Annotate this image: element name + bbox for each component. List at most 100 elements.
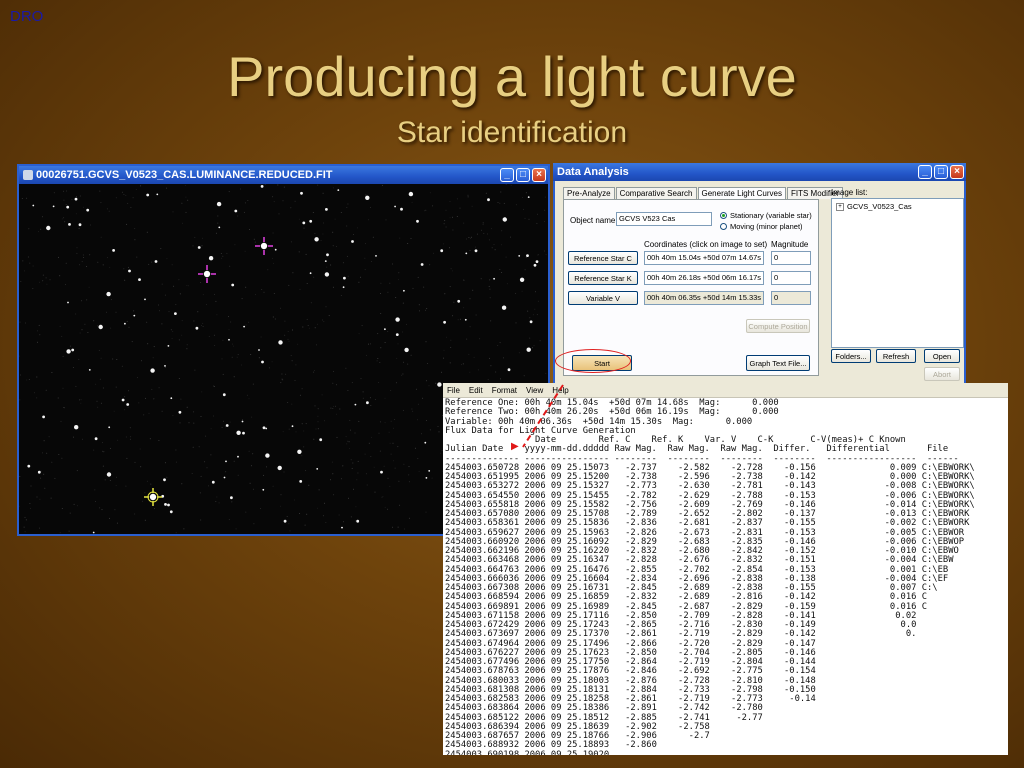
variable-magnitude[interactable]: 0 xyxy=(771,291,811,305)
noise-pixel xyxy=(200,475,202,477)
star xyxy=(222,393,226,397)
maximize-button[interactable]: □ xyxy=(934,165,948,179)
tab-generate-light-curves[interactable]: Generate Light Curves xyxy=(697,187,786,199)
noise-pixel xyxy=(444,220,446,222)
noise-pixel xyxy=(397,526,399,528)
noise-pixel xyxy=(370,456,372,457)
noise-pixel xyxy=(365,473,367,475)
folders-button[interactable]: Folders... xyxy=(831,349,871,363)
noise-pixel xyxy=(302,326,304,328)
noise-pixel xyxy=(274,318,276,320)
star xyxy=(395,333,399,336)
star xyxy=(164,503,167,506)
noise-pixel xyxy=(125,436,127,438)
noise-pixel xyxy=(347,203,349,205)
noise-pixel xyxy=(115,197,117,199)
close-button[interactable]: × xyxy=(950,165,964,179)
noise-pixel xyxy=(425,420,427,421)
noise-pixel xyxy=(529,337,531,339)
noise-pixel xyxy=(306,513,308,515)
reference-c-coords[interactable]: 00h 40m 15.04s +50d 07m 14.67s xyxy=(644,251,764,265)
noise-pixel xyxy=(160,248,162,250)
light-curve-text-output[interactable]: File Edit Format View Help Reference One… xyxy=(443,383,1008,755)
star xyxy=(527,196,530,198)
noise-pixel xyxy=(121,365,123,367)
noise-pixel xyxy=(204,461,206,463)
reference-k-coords[interactable]: 00h 40m 26.18s +50d 06m 16.17s xyxy=(644,271,764,285)
noise-pixel xyxy=(98,349,100,351)
variable-coords[interactable]: 00h 40m 06.35s +50d 14m 15.33s xyxy=(644,291,764,305)
graph-text-file-button[interactable]: Graph Text File... xyxy=(746,355,810,371)
star xyxy=(258,349,260,351)
noise-pixel xyxy=(185,196,187,198)
stationary-radio[interactable]: Stationary (variable star) xyxy=(720,211,812,220)
variable-v-button[interactable]: Variable V xyxy=(568,291,638,305)
noise-pixel xyxy=(326,266,328,268)
open-button[interactable]: Open xyxy=(924,349,960,363)
data-analysis-title: Data Analysis xyxy=(557,166,629,178)
noise-pixel xyxy=(231,356,233,358)
star xyxy=(243,325,246,328)
noise-pixel xyxy=(474,246,476,248)
compute-position-button[interactable]: Compute Position xyxy=(746,319,810,333)
tab-pre-analyze[interactable]: Pre-Analyze xyxy=(563,187,615,199)
noise-pixel xyxy=(100,236,102,238)
star xyxy=(316,468,319,470)
menu-file[interactable]: File xyxy=(447,386,460,395)
noise-pixel xyxy=(332,187,334,189)
tab-comparative-search[interactable]: Comparative Search xyxy=(615,187,697,199)
noise-pixel xyxy=(30,485,32,487)
maximize-button[interactable]: □ xyxy=(516,168,530,182)
noise-pixel xyxy=(49,279,51,281)
noise-pixel xyxy=(249,482,251,484)
noise-pixel xyxy=(469,371,471,373)
noise-pixel xyxy=(377,333,379,335)
noise-pixel xyxy=(27,256,29,258)
noise-pixel xyxy=(305,423,307,425)
close-button[interactable]: × xyxy=(532,168,546,182)
moving-radio[interactable]: Moving (minor planet) xyxy=(720,222,803,231)
noise-pixel xyxy=(336,413,337,415)
minimize-button[interactable]: _ xyxy=(918,165,932,179)
noise-pixel xyxy=(349,419,351,421)
noise-pixel xyxy=(487,379,489,381)
object-name-input[interactable]: GCVS V523 Cas xyxy=(616,212,712,226)
noise-pixel xyxy=(399,237,401,239)
noise-pixel xyxy=(158,304,159,306)
noise-pixel xyxy=(321,394,323,396)
radio-selected-icon xyxy=(720,212,727,219)
reference-star-c-button[interactable]: Reference Star C xyxy=(568,251,638,265)
image-list[interactable]: + GCVS_V0523_Cas xyxy=(831,198,964,348)
noise-pixel xyxy=(112,358,114,360)
noise-pixel xyxy=(193,320,195,322)
refresh-button[interactable]: Refresh xyxy=(876,349,916,363)
star xyxy=(324,260,327,262)
noise-pixel xyxy=(398,272,400,274)
noise-pixel xyxy=(443,223,445,225)
reference-c-magnitude[interactable]: 0 xyxy=(771,251,811,265)
fits-window-titlebar[interactable]: 00026751.GCVS_V0523_CAS.LUMINANCE.REDUCE… xyxy=(19,166,548,184)
reference-k-magnitude[interactable]: 0 xyxy=(771,271,811,285)
menu-edit[interactable]: Edit xyxy=(469,386,483,395)
noise-pixel xyxy=(544,196,546,198)
noise-pixel xyxy=(346,443,348,445)
noise-pixel xyxy=(393,427,394,429)
noise-pixel xyxy=(288,340,290,342)
noise-pixel xyxy=(317,428,319,430)
noise-pixel xyxy=(187,285,189,287)
expand-icon[interactable]: + xyxy=(836,202,844,211)
minimize-button[interactable]: _ xyxy=(500,168,514,182)
noise-pixel xyxy=(100,357,102,359)
noise-pixel xyxy=(403,463,405,465)
noise-pixel xyxy=(370,206,371,208)
image-list-item[interactable]: + GCVS_V0523_Cas xyxy=(836,202,912,211)
noise-pixel xyxy=(245,511,247,513)
data-analysis-titlebar[interactable]: Data Analysis _ □ × xyxy=(553,163,966,181)
noise-pixel xyxy=(123,268,125,270)
star xyxy=(265,453,270,458)
slide-title: Producing a light curve xyxy=(227,45,797,108)
abort-button[interactable]: Abort xyxy=(924,367,960,381)
noise-pixel xyxy=(505,256,507,258)
reference-star-k-button[interactable]: Reference Star K xyxy=(568,271,638,285)
noise-pixel xyxy=(452,216,453,218)
